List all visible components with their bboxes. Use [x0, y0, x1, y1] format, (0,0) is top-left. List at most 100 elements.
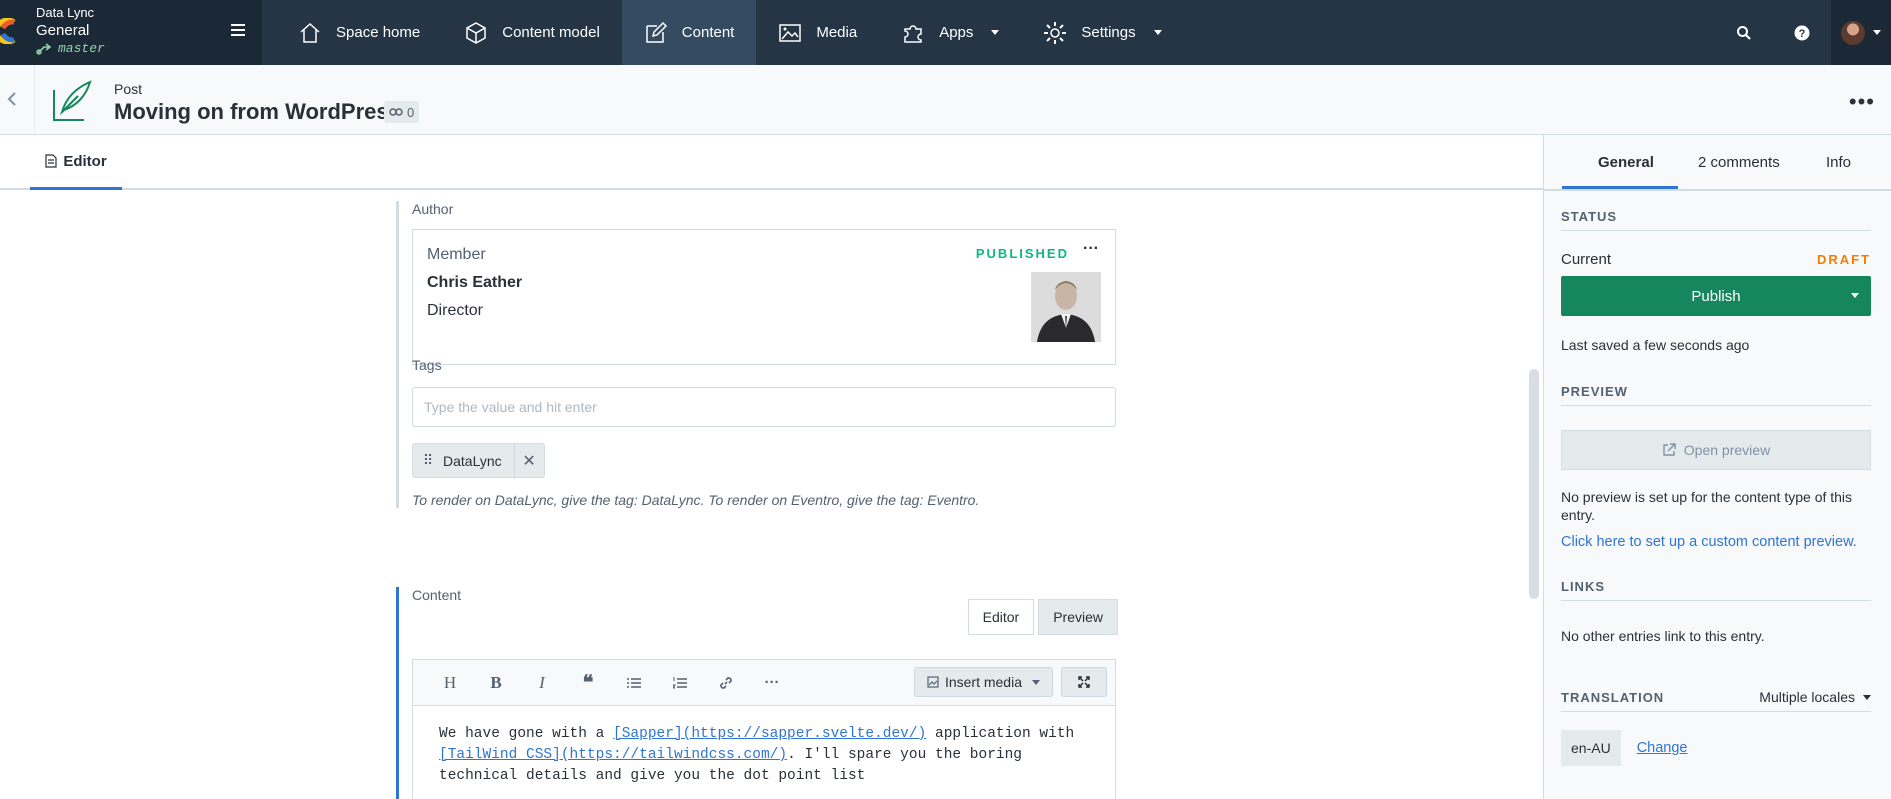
avatar — [1841, 20, 1865, 45]
preview-setup-link[interactable]: Click here to set up a custom content pr… — [1561, 534, 1871, 550]
pencil-square-icon — [646, 21, 667, 43]
nav-apps[interactable]: Apps — [879, 0, 1021, 65]
entry-header: Post Moving on from WordPress 0 ••• — [0, 65, 1891, 135]
publish-button[interactable]: Publish — [1561, 276, 1871, 316]
change-locale-link[interactable]: Change — [1637, 740, 1688, 756]
environment-icon — [36, 43, 52, 55]
tab-info[interactable]: Info — [1826, 154, 1851, 171]
tab-comments[interactable]: 2 comments — [1698, 154, 1780, 171]
hamburger-menu-icon[interactable] — [228, 20, 248, 40]
close-icon[interactable]: ✕ — [513, 443, 544, 478]
button-label: Open preview — [1683, 442, 1771, 458]
chevron-down-icon — [1873, 30, 1881, 35]
fullscreen-button[interactable] — [1061, 667, 1107, 697]
text-segment: application with — [926, 726, 1075, 742]
insert-media-button[interactable]: Insert media — [913, 667, 1053, 697]
section-heading: STATUS — [1561, 209, 1871, 231]
numbered-list-icon[interactable] — [657, 668, 703, 698]
search-icon — [1737, 25, 1751, 40]
entry-title: Moving on from WordPress — [114, 99, 401, 124]
image-icon — [927, 676, 939, 688]
help-icon: ? — [1794, 25, 1810, 40]
references-badge[interactable]: 0 — [384, 101, 420, 123]
nav-content-model[interactable]: Content model — [442, 0, 622, 65]
italic-icon[interactable]: I — [519, 668, 565, 698]
last-saved-text: Last saved a few seconds ago — [1561, 337, 1750, 353]
links-note: No other entries link to this entry. — [1561, 628, 1765, 644]
svg-text:?: ? — [1799, 28, 1806, 40]
puzzle-icon — [904, 24, 922, 43]
section-heading: TRANSLATION Multiple locales — [1561, 689, 1871, 712]
references-count: 0 — [407, 104, 415, 120]
tab-editor[interactable]: Editor — [30, 135, 122, 190]
preview-section: PREVIEW Open preview No preview is set u… — [1561, 384, 1871, 550]
tab-label: Editor — [63, 152, 107, 170]
more-options-icon[interactable]: ··· — [749, 668, 795, 698]
back-arrow-icon[interactable] — [6, 91, 18, 107]
nav-label: Space home — [336, 24, 421, 41]
search-button[interactable] — [1715, 0, 1773, 65]
quote-icon[interactable]: ❝ — [565, 668, 611, 698]
author-field: Author Member Chris Eather Director PUBL… — [396, 201, 1116, 365]
field-label: Author — [412, 201, 454, 217]
locale-badge: en-AU — [1561, 730, 1621, 766]
tag-pill[interactable]: ⠿ DataLync ✕ — [412, 443, 545, 478]
bullet-list-icon[interactable] — [611, 668, 657, 698]
user-menu[interactable] — [1831, 0, 1891, 65]
chevron-down-icon[interactable] — [1851, 293, 1859, 298]
markdown-textarea[interactable]: We have gone with a [Sapper](https://sap… — [413, 706, 1115, 799]
button-label: Insert media — [944, 674, 1022, 690]
more-options-icon[interactable]: ••• — [1849, 89, 1875, 115]
text-segment: technical details and give you the dot p… — [439, 768, 866, 784]
space-switcher[interactable]: Data Lync General master — [0, 0, 262, 65]
contentful-logo-icon — [0, 18, 16, 44]
reference-card[interactable]: Member Chris Eather Director PUBLISHED ·… — [412, 229, 1116, 365]
markdown-link[interactable]: [Sapper](https://sapper.svelte.dev/) — [613, 726, 926, 742]
cube-icon — [466, 21, 486, 44]
house-icon — [300, 22, 320, 43]
text-segment: We have gone with a — [439, 726, 614, 742]
field-help-text: To render on DataLync, give the tag: Dat… — [412, 492, 980, 508]
environment-label: master — [36, 40, 105, 58]
chevron-down-icon — [991, 30, 1000, 35]
tab-markdown-preview[interactable]: Preview — [1038, 599, 1118, 635]
text-segment: . I'll spare you the boring — [787, 747, 1023, 763]
nav-label: Content — [681, 24, 735, 41]
sidebar-tabs: General 2 comments Info — [1544, 135, 1891, 191]
nav-media[interactable]: Media — [756, 0, 879, 65]
drag-handle-icon[interactable]: ⠿ — [413, 452, 443, 469]
link-icon — [389, 108, 403, 116]
more-options-icon[interactable]: ··· — [1083, 240, 1099, 258]
portrait-image — [1031, 272, 1101, 342]
entry-editor: Author Member Chris Eather Director PUBL… — [0, 191, 1543, 799]
link-icon[interactable] — [703, 668, 749, 698]
entry-sidebar: General 2 comments Info STATUS Current D… — [1543, 135, 1891, 799]
select-value: Multiple locales — [1759, 689, 1855, 705]
nav-content[interactable]: Content — [621, 0, 757, 65]
markdown-toolbar: H B I ❝ ··· Insert media — [413, 660, 1115, 706]
expand-icon — [1078, 676, 1090, 688]
heading-icon[interactable]: H — [427, 668, 473, 698]
author-thumbnail — [1031, 272, 1101, 342]
card-title: Chris Eather — [427, 274, 523, 291]
translation-section: TRANSLATION Multiple locales en-AU Chang… — [1561, 689, 1871, 766]
bold-icon[interactable]: B — [473, 668, 519, 698]
translation-mode-select[interactable]: Multiple locales — [1759, 689, 1871, 705]
tags-field: Tags Type the value and hit enter ⠿ Data… — [396, 357, 1116, 508]
scrollbar[interactable] — [1529, 369, 1539, 599]
space-name: General — [36, 22, 90, 39]
open-preview-button[interactable]: Open preview — [1561, 430, 1871, 470]
help-button[interactable]: ? — [1773, 0, 1831, 65]
nav-space-home[interactable]: Space home — [276, 0, 442, 65]
tag-label: DataLync — [443, 452, 502, 469]
editor-tabs: Editor — [0, 135, 1543, 190]
status-badge: PUBLISHED — [975, 246, 1069, 261]
tags-input[interactable]: Type the value and hit enter — [412, 387, 1116, 427]
chevron-down-icon — [1863, 694, 1871, 700]
org-name: Data Lync — [36, 5, 95, 20]
markdown-link[interactable]: [TailWind CSS](https://tailwindcss.com/) — [439, 747, 787, 763]
nav-settings[interactable]: Settings — [1021, 0, 1183, 65]
tab-general[interactable]: General — [1598, 154, 1654, 171]
preview-note: No preview is set up for the content typ… — [1561, 489, 1853, 523]
tab-markdown-editor[interactable]: Editor — [967, 599, 1035, 635]
